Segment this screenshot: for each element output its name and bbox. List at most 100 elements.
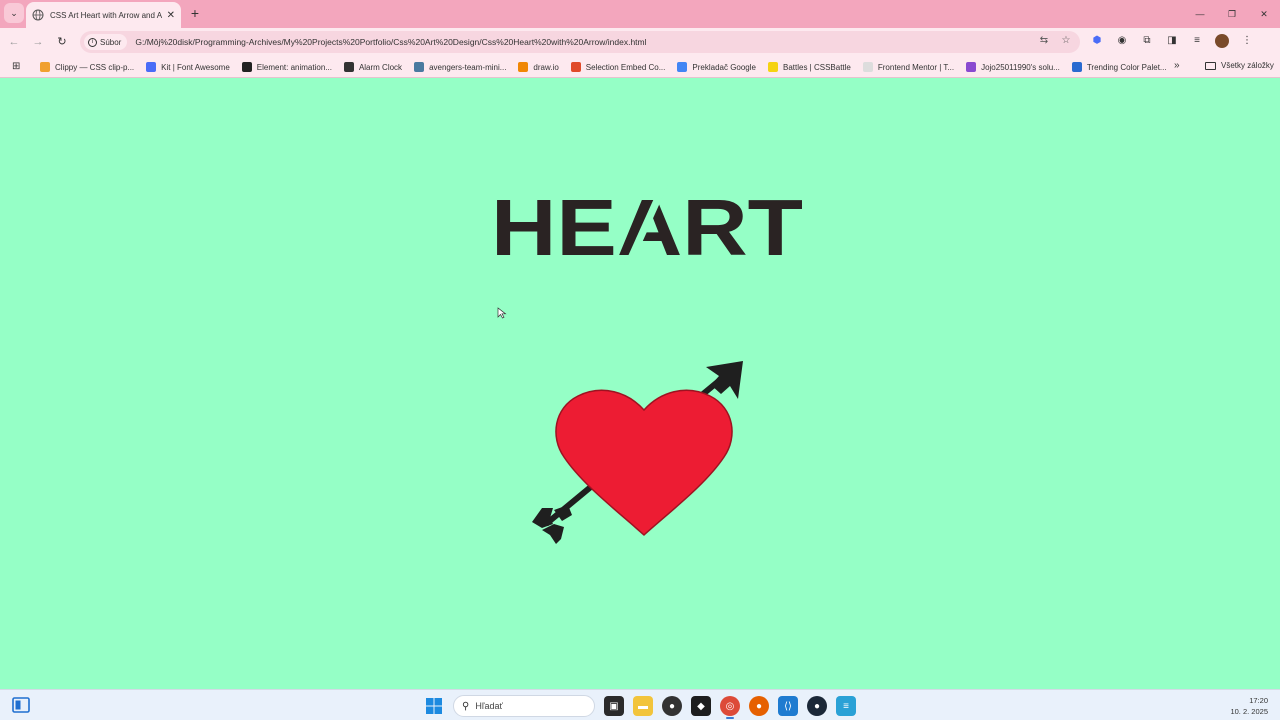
mouse-cursor-icon bbox=[497, 307, 507, 319]
figma-icon[interactable]: ◆ bbox=[691, 696, 711, 716]
folder-icon bbox=[1205, 61, 1216, 70]
bookmark-label: Jojo25011990's solu... bbox=[981, 62, 1060, 72]
search-icon: ⚲ bbox=[462, 700, 470, 712]
browser-toolbar: ← → ↻ i Súbor G:/Môj%20disk/Programming-… bbox=[0, 28, 1280, 56]
menu-icon[interactable]: ⋮ bbox=[1240, 34, 1254, 48]
close-window-button[interactable]: ✕ bbox=[1248, 0, 1280, 28]
taskbar-search-box[interactable]: ⚲ Hľadať bbox=[453, 695, 595, 717]
translate-extension-icon[interactable]: ⬢ bbox=[1090, 34, 1104, 48]
clock-date: 10. 2. 2025 bbox=[1230, 707, 1268, 716]
bookmark-favicon-icon bbox=[570, 62, 581, 72]
bookmark-favicon-icon bbox=[146, 62, 157, 72]
close-tab-icon[interactable]: ✕ bbox=[167, 10, 175, 21]
bookmark-label: draw.io bbox=[533, 62, 559, 72]
forward-button[interactable]: → bbox=[30, 34, 46, 50]
bookmark-item[interactable]: Jojo25011990's solu... bbox=[966, 62, 1060, 72]
bookmark-label: avengers-team-mini... bbox=[429, 62, 507, 72]
bookmark-item[interactable]: draw.io bbox=[518, 62, 559, 72]
extensions-area: ⬢ ◉ ⧉ ◨ ≡ ⋮ bbox=[1090, 34, 1254, 48]
more-bookmarks-button[interactable]: » bbox=[1174, 60, 1180, 71]
profile-avatar[interactable] bbox=[1215, 34, 1229, 48]
bookmark-item[interactable]: Element: animation... bbox=[241, 62, 332, 72]
chrome-icon[interactable]: ◎ bbox=[720, 696, 740, 719]
bookmark-favicon-icon bbox=[241, 62, 252, 72]
apps-grid-icon[interactable]: ⊞ bbox=[12, 61, 24, 73]
bookmark-item[interactable]: Battles | CSSBattle bbox=[767, 62, 851, 72]
bookmark-favicon-icon bbox=[414, 62, 425, 72]
taskbar-search-placeholder: Hľadať bbox=[475, 701, 503, 711]
site-info-chip[interactable]: i Súbor bbox=[84, 34, 128, 50]
clock-time: 17:20 bbox=[1249, 696, 1268, 705]
tab-search-button[interactable]: ⌄ bbox=[4, 3, 24, 23]
side-panel-icon[interactable]: ◨ bbox=[1165, 34, 1179, 48]
bookmark-item[interactable]: Kit | Font Awesome bbox=[146, 62, 230, 72]
heart-heading: HEART bbox=[482, 177, 812, 272]
arrow-head bbox=[706, 361, 743, 399]
window-controls: — ❐ ✕ bbox=[1184, 0, 1280, 28]
bookmark-label: Trending Color Palet... bbox=[1086, 62, 1167, 72]
bookmark-item[interactable]: Clippy — CSS clip-p... bbox=[40, 62, 134, 72]
browser-tab[interactable]: CSS Art Heart with Arrow and A ✕ bbox=[26, 2, 181, 28]
bookmark-favicon-icon bbox=[677, 62, 688, 72]
firefox-icon[interactable]: ● bbox=[749, 696, 769, 716]
extension-icon[interactable]: ◉ bbox=[1115, 34, 1129, 48]
bookmark-item[interactable]: Prekladač Google bbox=[677, 62, 756, 72]
task-view-icon[interactable]: ▣ bbox=[604, 696, 624, 716]
heart-arrow-art bbox=[532, 361, 743, 544]
tab-strip: ⌄ CSS Art Heart with Arrow and A ✕ + — ❐… bbox=[0, 0, 1280, 28]
file-explorer-icon[interactable]: ▬ bbox=[633, 696, 653, 716]
media-icon[interactable]: ≡ bbox=[1190, 34, 1204, 48]
bookmark-label: Prekladač Google bbox=[692, 62, 756, 72]
all-bookmarks-folder[interactable]: Všetky záložky bbox=[1205, 61, 1274, 70]
widgets-icon[interactable] bbox=[12, 697, 30, 713]
translate-icon[interactable]: ⇆ bbox=[1038, 35, 1050, 47]
page-viewport: HEART bbox=[0, 79, 1280, 689]
globe-icon bbox=[32, 9, 44, 21]
arrow-fletching bbox=[532, 505, 572, 544]
bookmark-favicon-icon bbox=[343, 62, 354, 72]
chevron-down-icon: ⌄ bbox=[10, 7, 18, 18]
tab-title: CSS Art Heart with Arrow and A bbox=[50, 10, 163, 20]
url-text[interactable]: G:/Môj%20disk/Programming-Archives/My%20… bbox=[135, 37, 646, 47]
system-clock[interactable]: 17:20 10. 2. 2025 bbox=[1230, 695, 1268, 717]
info-icon: i bbox=[88, 37, 97, 47]
heading-svg: HEART bbox=[491, 183, 803, 272]
bookmark-label: Element: animation... bbox=[256, 62, 332, 72]
taskbar: ⚲ Hľadať ▣ ▬ ● ◆ ◎ ● ⟨⟩ ● ≡ 17:20 10. 2.… bbox=[0, 689, 1280, 720]
steam-icon[interactable]: ● bbox=[807, 696, 827, 716]
bookmarks-bar: ⊞ Clippy — CSS clip-p... Kit | Font Aweso… bbox=[0, 56, 1280, 78]
bookmark-label: Battles | CSSBattle bbox=[782, 62, 851, 72]
bookmark-favicon-icon bbox=[767, 62, 778, 72]
back-button[interactable]: ← bbox=[6, 34, 22, 50]
windows-start-icon[interactable] bbox=[424, 696, 444, 716]
taskbar-apps: ⚲ Hľadať ▣ ▬ ● ◆ ◎ ● ⟨⟩ ● ≡ bbox=[424, 694, 856, 719]
restore-button[interactable]: ❐ bbox=[1216, 0, 1248, 28]
bookmark-favicon-icon bbox=[862, 62, 873, 72]
new-tab-button[interactable]: + bbox=[187, 5, 203, 21]
all-bookmarks-label: Všetky záložky bbox=[1221, 61, 1274, 70]
bookmark-label: Kit | Font Awesome bbox=[161, 62, 230, 72]
minimize-button[interactable]: — bbox=[1184, 0, 1216, 28]
bookmark-list: Clippy — CSS clip-p... Kit | Font Awesome… bbox=[40, 56, 1167, 78]
bookmark-item[interactable]: Alarm Clock bbox=[343, 62, 403, 72]
vscode-icon[interactable]: ⟨⟩ bbox=[778, 696, 798, 716]
bookmark-label: Alarm Clock bbox=[358, 62, 403, 72]
heart-shape bbox=[555, 389, 733, 537]
bookmark-label: Selection Embed Co... bbox=[585, 62, 666, 72]
bookmark-favicon-icon bbox=[966, 62, 977, 72]
github-desktop-icon[interactable]: ● bbox=[662, 696, 682, 716]
bookmark-label: Clippy — CSS clip-p... bbox=[55, 62, 135, 72]
bookmark-label: Frontend Mentor | T... bbox=[877, 62, 955, 72]
address-bar[interactable]: i Súbor G:/Môj%20disk/Programming-Archiv… bbox=[80, 31, 1080, 53]
puzzle-icon[interactable]: ⧉ bbox=[1140, 34, 1154, 48]
reload-button[interactable]: ↻ bbox=[54, 34, 70, 50]
bookmark-item[interactable]: avengers-team-mini... bbox=[414, 62, 506, 72]
bookmark-favicon-icon bbox=[1071, 62, 1082, 72]
bookmark-favicon-icon bbox=[40, 62, 50, 72]
bookmark-favicon-icon bbox=[518, 62, 529, 72]
bookmark-item[interactable]: Trending Color Palet... bbox=[1071, 62, 1167, 72]
star-icon[interactable]: ☆ bbox=[1060, 35, 1072, 47]
notepad-icon[interactable]: ≡ bbox=[836, 696, 856, 716]
bookmark-item[interactable]: Frontend Mentor | T... bbox=[862, 62, 955, 72]
bookmark-item[interactable]: Selection Embed Co... bbox=[570, 62, 666, 72]
